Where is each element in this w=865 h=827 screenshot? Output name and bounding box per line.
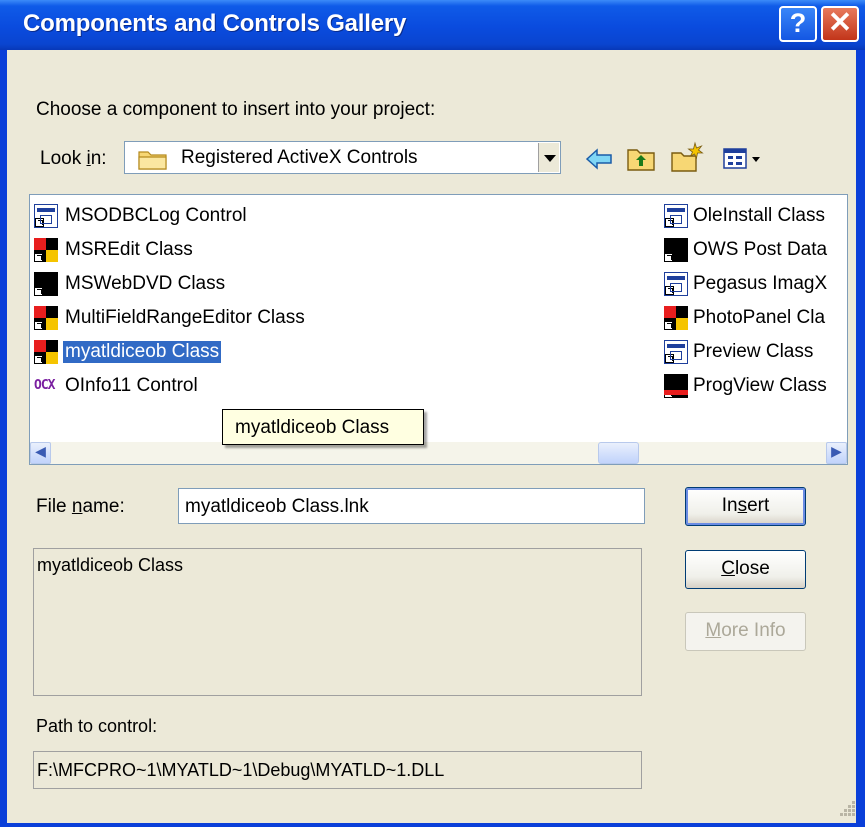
look-in-dropdown-arrow[interactable] xyxy=(538,143,559,172)
title-bar[interactable]: Components and Controls Gallery ? ✕ xyxy=(0,0,865,50)
component-list[interactable]: MSODBCLog Control MSREdit Class MSWebDVD… xyxy=(29,194,848,465)
puzzle-icon xyxy=(34,238,58,262)
scroll-right-button[interactable]: ▶ xyxy=(826,442,847,464)
horizontal-scrollbar[interactable]: ◀ ▶ xyxy=(30,442,847,464)
ocx-icon: OCX xyxy=(34,378,55,393)
more-info-button[interactable]: More Info xyxy=(685,612,806,651)
view-menu-icon[interactable] xyxy=(722,146,766,172)
look-in-value: Registered ActiveX Controls xyxy=(181,147,418,168)
scroll-left-button[interactable]: ◀ xyxy=(30,442,51,464)
puzzle-icon xyxy=(34,340,58,364)
puzzle-icon xyxy=(34,306,58,330)
help-button[interactable]: ? xyxy=(779,6,817,42)
file-name-input[interactable]: myatldiceob Class.lnk xyxy=(178,488,645,524)
new-folder-icon[interactable] xyxy=(670,141,704,173)
application-icon xyxy=(34,204,58,228)
black-square-icon xyxy=(34,272,58,296)
path-label: Path to control: xyxy=(36,716,158,736)
scroll-thumb[interactable] xyxy=(598,442,639,464)
window-title: Components and Controls Gallery xyxy=(23,10,407,37)
application-icon xyxy=(664,204,688,228)
insert-button[interactable]: Insert xyxy=(685,487,806,526)
look-in-label: Look in: xyxy=(40,148,107,169)
back-arrow-icon[interactable] xyxy=(584,146,614,172)
dialog-window: Components and Controls Gallery ? ✕ Choo… xyxy=(0,0,865,827)
file-name-label: File name: xyxy=(36,496,125,517)
prompt-text: Choose a component to insert into your p… xyxy=(36,99,436,120)
progview-icon xyxy=(664,374,688,398)
up-folder-icon[interactable] xyxy=(626,145,656,173)
description-box: myatldiceob Class xyxy=(33,548,642,696)
look-in-dropdown[interactable]: Registered ActiveX Controls xyxy=(124,141,561,174)
item-tooltip: myatldiceob Class xyxy=(222,409,424,445)
path-field: F:\MFCPRO~1\MYATLD~1\Debug\MYATLD~1.DLL xyxy=(33,751,642,789)
black-square-icon xyxy=(664,238,688,262)
resize-grip[interactable] xyxy=(840,801,856,817)
puzzle-icon xyxy=(664,306,688,330)
application-icon xyxy=(664,340,688,364)
application-icon xyxy=(664,272,688,296)
folder-icon xyxy=(138,151,167,170)
close-button[interactable]: Close xyxy=(685,550,806,589)
close-window-button[interactable]: ✕ xyxy=(821,6,859,42)
